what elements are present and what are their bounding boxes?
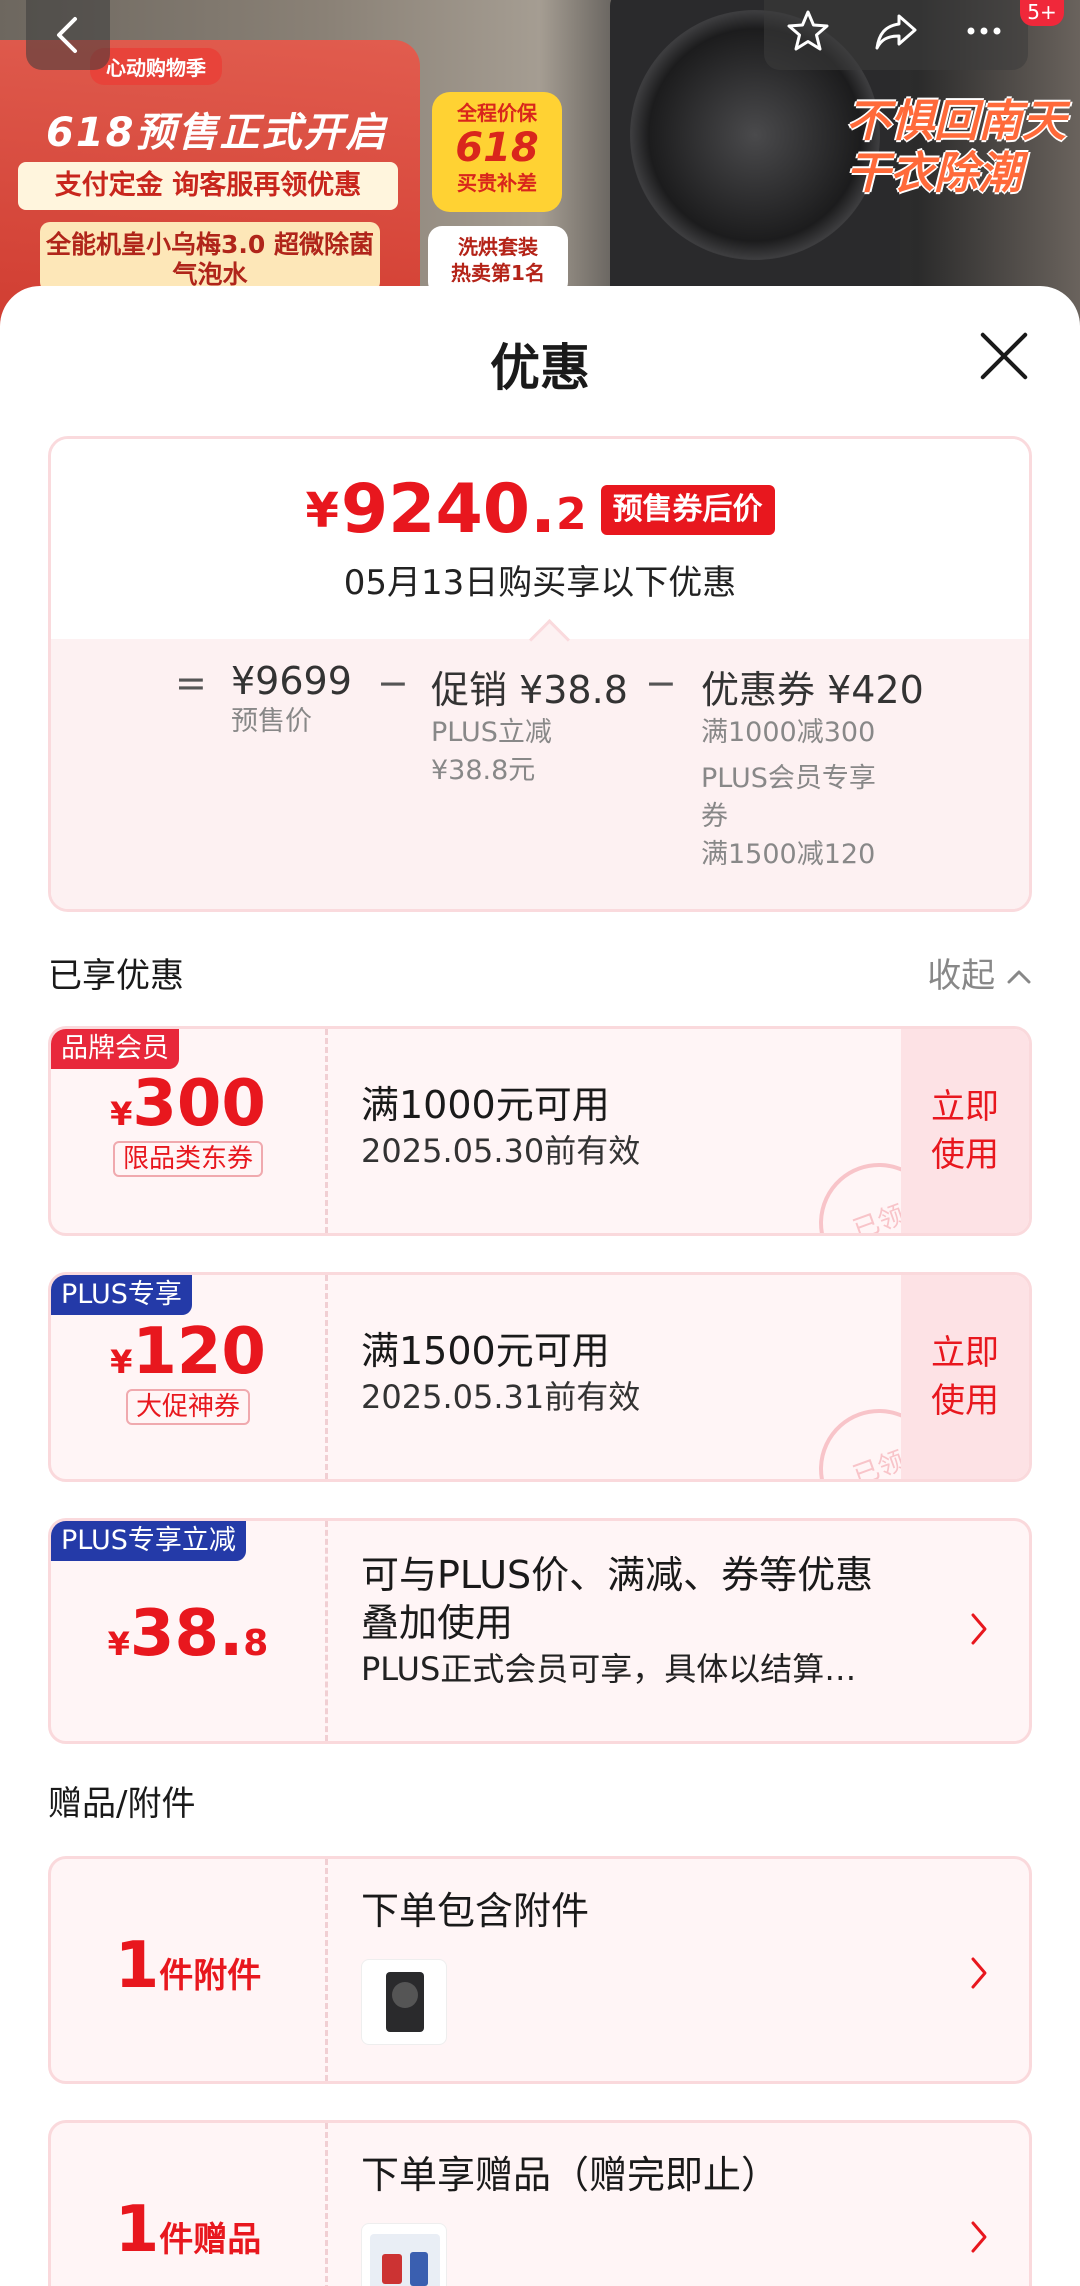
gift-unit: 件赠品: [159, 2220, 262, 2260]
chevron-right-icon: [971, 1957, 987, 1989]
coupon-condition: 满1000元可用: [361, 1083, 610, 1127]
promo-feature: 全能机皇小乌梅3.0 超微除菌气泡水: [40, 222, 380, 292]
coupon-expiry: 2025.05.30前有效: [361, 1132, 641, 1170]
coupon-col: 优惠券 ¥420 满1000减300 PLUS会员专享 券 满1500减120: [701, 668, 924, 870]
discount-amount: ¥38.8: [107, 1597, 269, 1671]
gift-title: 下单享赠品（赠完即止）: [361, 2153, 780, 2197]
sheet-title: 优惠: [490, 339, 590, 397]
minus-sign: −: [645, 661, 677, 705]
discount-note: PLUS正式会员可享，具体以结算…: [361, 1650, 857, 1688]
minus-sign: −: [377, 661, 409, 705]
plus-discount-card[interactable]: ¥38.8 PLUS专享立减 可与PLUS价、满减、券等优惠 叠加使用 PLUS…: [48, 1518, 1032, 1744]
gift-count: 1: [114, 2193, 160, 2267]
coupon-amount: ¥300: [110, 1067, 266, 1141]
enjoyed-section-title: 已享优惠: [48, 956, 184, 996]
discount-type-badge: PLUS专享立减: [51, 1521, 246, 1561]
close-button[interactable]: [976, 328, 1032, 384]
star-icon: [787, 10, 829, 50]
price-summary-card: ¥ 9240. 2 预售券后价 05月13日购买享以下优惠 = ¥9699 预售…: [48, 436, 1032, 912]
discount-sheet: 优惠 ¥ 9240. 2 预售券后价 05月13日购买享以下优惠 = ¥9699…: [0, 286, 1080, 2286]
accessory-card[interactable]: 1件附件 下单包含附件: [48, 1856, 1032, 2084]
chevron-right-icon: [971, 1613, 987, 1645]
final-price-decimal: 2: [555, 489, 587, 540]
promo-title: 618预售正式开启: [46, 110, 388, 156]
coupon-amount: ¥120: [110, 1315, 266, 1389]
price-guarantee-badge: 全程价保 618 买贵补差: [432, 92, 562, 212]
currency-symbol: ¥: [305, 483, 339, 539]
more-button[interactable]: [949, 8, 1019, 63]
use-now-button[interactable]: 立即 使用: [901, 1029, 1029, 1233]
favorite-button[interactable]: [773, 8, 843, 63]
collapse-toggle[interactable]: 收起: [927, 948, 1032, 997]
discount-desc-line1: 可与PLUS价、满减、券等优惠: [361, 1553, 874, 1597]
accessory-title: 下单包含附件: [361, 1889, 590, 1933]
accessory-count: 1: [114, 1929, 160, 2003]
price-type-tag: 预售券后价: [600, 485, 775, 535]
back-button[interactable]: [26, 0, 110, 70]
presale-price-col: ¥9699 预售价: [231, 659, 352, 737]
coupon-type-badge: 品牌会员: [51, 1029, 179, 1069]
gift-card[interactable]: 1件赠品 下单享赠品（赠完即止）: [48, 2120, 1032, 2286]
equals-sign: =: [175, 661, 207, 705]
coupon-category-label: 限品类东券: [112, 1141, 263, 1177]
promotion-col: 促销 ¥38.8 PLUS立减 ¥38.8元: [431, 668, 628, 786]
accessory-unit: 件附件: [159, 1956, 262, 1996]
chevron-up-icon: [1007, 970, 1031, 984]
gift-thumbnail: [361, 2223, 447, 2286]
top-actions: [764, 0, 1028, 70]
promo-subtitle: 支付定金 询客服再领优惠: [18, 162, 398, 210]
more-icon: [967, 27, 1001, 34]
coupon-type-badge: PLUS专享: [51, 1275, 192, 1315]
coupon-expiry: 2025.05.31前有效: [361, 1378, 641, 1416]
share-icon: [875, 14, 917, 49]
coupon-card[interactable]: ¥300 限品类东券 品牌会员 满1000元可用 2025.05.30前有效 已…: [48, 1026, 1032, 1236]
chevron-right-icon: [971, 2221, 987, 2253]
gifts-section-title: 赠品/附件: [48, 1784, 196, 1824]
chevron-left-icon: [57, 17, 77, 53]
final-price: 9240.: [340, 470, 556, 549]
banner-slogan: 不惧回南天 干衣除潮: [846, 96, 1066, 199]
discount-desc-line2: 叠加使用: [361, 1601, 514, 1645]
coupon-card[interactable]: ¥120 大促神券 PLUS专享 满1500元可用 2025.05.31前有效 …: [48, 1272, 1032, 1482]
coupon-condition: 满1500元可用: [361, 1329, 610, 1373]
coupon-category-label: 大促神券: [125, 1389, 250, 1425]
share-button[interactable]: [861, 8, 931, 63]
purchase-date-note: 05月13日购买享以下优惠: [343, 563, 737, 603]
use-now-button[interactable]: 立即 使用: [901, 1275, 1029, 1479]
accessory-thumbnail: [361, 1959, 447, 2045]
collapse-label: 收起: [927, 956, 996, 996]
notification-badge: 5+: [1020, 0, 1064, 26]
